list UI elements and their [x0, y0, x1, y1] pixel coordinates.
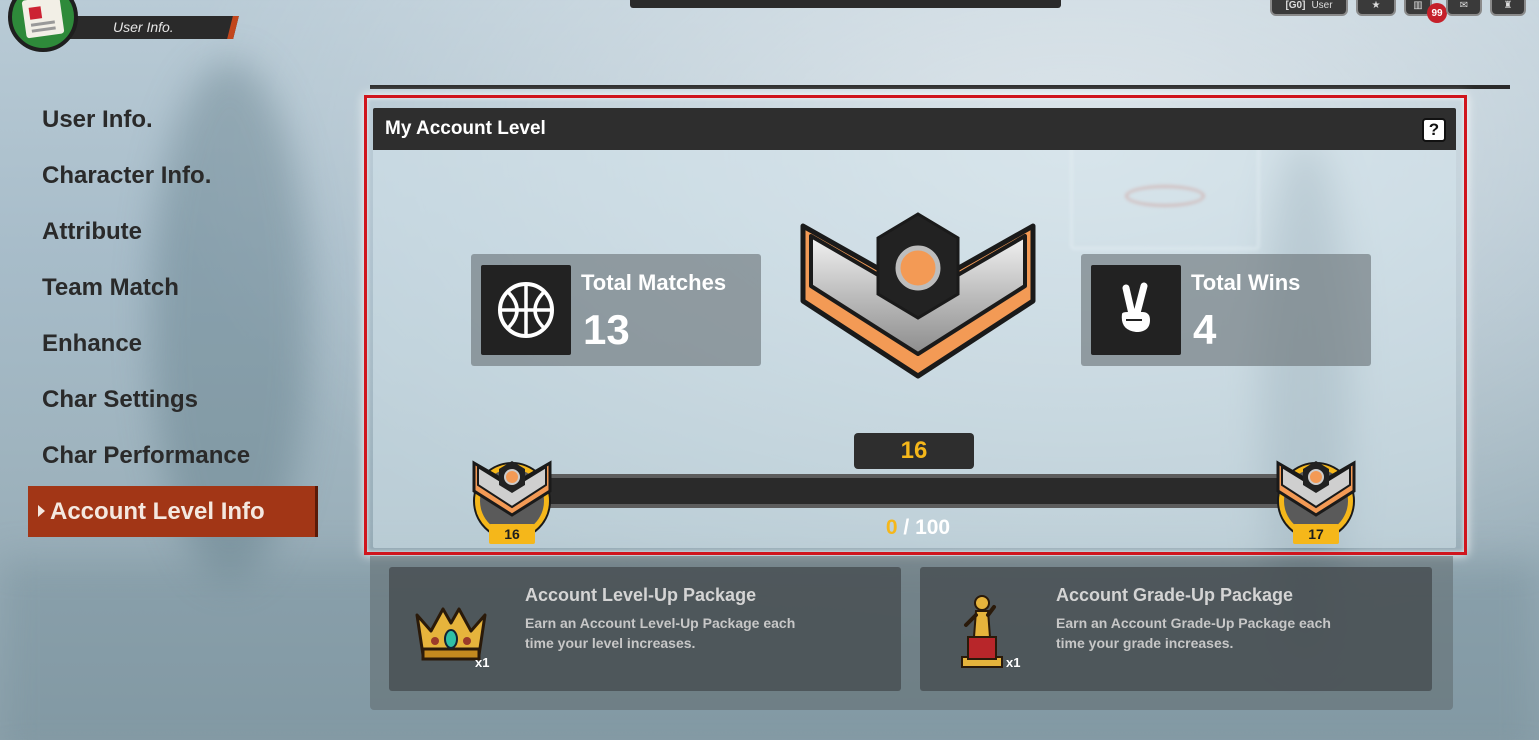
from-level-tag: 16 — [489, 524, 535, 544]
level-up-package-card: x1 Account Level-Up Package Earn an Acco… — [389, 567, 901, 691]
basketball-icon-box — [481, 265, 571, 355]
progress-current: 0 — [885, 516, 898, 539]
notification-badge: 99 — [1427, 3, 1447, 23]
level-up-package-title: Account Level-Up Package — [525, 585, 757, 605]
progress-max: 100 — [915, 516, 951, 539]
total-matches-label: Total Matches — [581, 270, 727, 295]
menu-item-char-performance[interactable]: Char Performance — [28, 428, 318, 484]
menu-item-enhance[interactable]: Enhance — [28, 316, 318, 372]
mail-button[interactable]: ✉ — [1446, 0, 1482, 16]
menu-item-char-settings[interactable]: Char Settings — [28, 372, 318, 428]
account-level-panel: My Account Level ? Total Matches 13 Tota… — [373, 108, 1456, 548]
grade-up-package-card: x1 Account Grade-Up Package Earn an Acco… — [920, 567, 1432, 691]
total-wins-value: 4 — [1193, 306, 1217, 353]
account-level-emblem — [800, 212, 1036, 379]
user-rank-label: [G0] — [1285, 0, 1306, 11]
favorites-button[interactable]: ★ — [1356, 0, 1396, 16]
level-progress-text: 0 / 100 — [853, 516, 983, 540]
rewards-section: x1 Account Level-Up Package Earn an Acco… — [370, 556, 1453, 710]
level-up-package-description: Earn an Account Level-Up Package each ti… — [525, 615, 796, 651]
menu-item-attribute[interactable]: Attribute — [28, 204, 318, 260]
level-up-package-quantity: x1 — [475, 655, 490, 670]
trophy-button[interactable]: ♜ — [1490, 0, 1526, 16]
to-level-tag: 17 — [1293, 524, 1339, 544]
current-level-display: 16 — [854, 433, 974, 469]
total-matches-value: 13 — [583, 306, 630, 353]
victory-hand-icon — [1121, 282, 1150, 332]
total-wins-card: Total Wins 4 — [1081, 254, 1371, 366]
menu-item-user-info[interactable]: User Info. — [28, 92, 318, 148]
section-title: User Info. — [113, 19, 174, 35]
content-top-rule — [370, 85, 1510, 89]
grade-up-package-title: Account Grade-Up Package — [1056, 585, 1294, 605]
menu-item-character-info[interactable]: Character Info. — [28, 148, 318, 204]
help-button[interactable]: ? — [1422, 118, 1446, 142]
side-menu: User Info. Character Info. Attribute Tea… — [28, 92, 318, 537]
star-icon: ★ — [1371, 0, 1381, 11]
user-label: User — [1311, 0, 1333, 11]
user-profile-button[interactable]: [G0] User — [1270, 0, 1348, 16]
total-wins-label: Total Wins — [1191, 270, 1301, 295]
progress-separator: / — [897, 516, 916, 539]
total-matches-card: Total Matches 13 — [471, 254, 761, 366]
gift-icon: ▥ — [1413, 0, 1423, 11]
account-level-panel-highlight: My Account Level ? Total Matches 13 Tota… — [364, 95, 1467, 555]
panel-header: My Account Level ? — [373, 108, 1456, 150]
user-document-icon — [21, 0, 65, 39]
mail-icon: ✉ — [1459, 0, 1469, 11]
top-currency-strip — [630, 0, 1061, 8]
victory-hand-icon-box — [1091, 265, 1181, 355]
grade-up-package-quantity: x1 — [1006, 655, 1021, 670]
basketball-icon — [498, 282, 554, 338]
trophy-icon: ♜ — [1503, 0, 1513, 11]
menu-item-team-match[interactable]: Team Match — [28, 260, 318, 316]
grade-up-package-description: Earn an Account Grade-Up Package each ti… — [1056, 615, 1331, 651]
panel-title: My Account Level — [385, 118, 546, 139]
menu-item-account-level-info[interactable]: Account Level Info — [28, 486, 318, 537]
level-progress-bar — [523, 474, 1313, 508]
user-info-emblem[interactable] — [8, 0, 78, 52]
